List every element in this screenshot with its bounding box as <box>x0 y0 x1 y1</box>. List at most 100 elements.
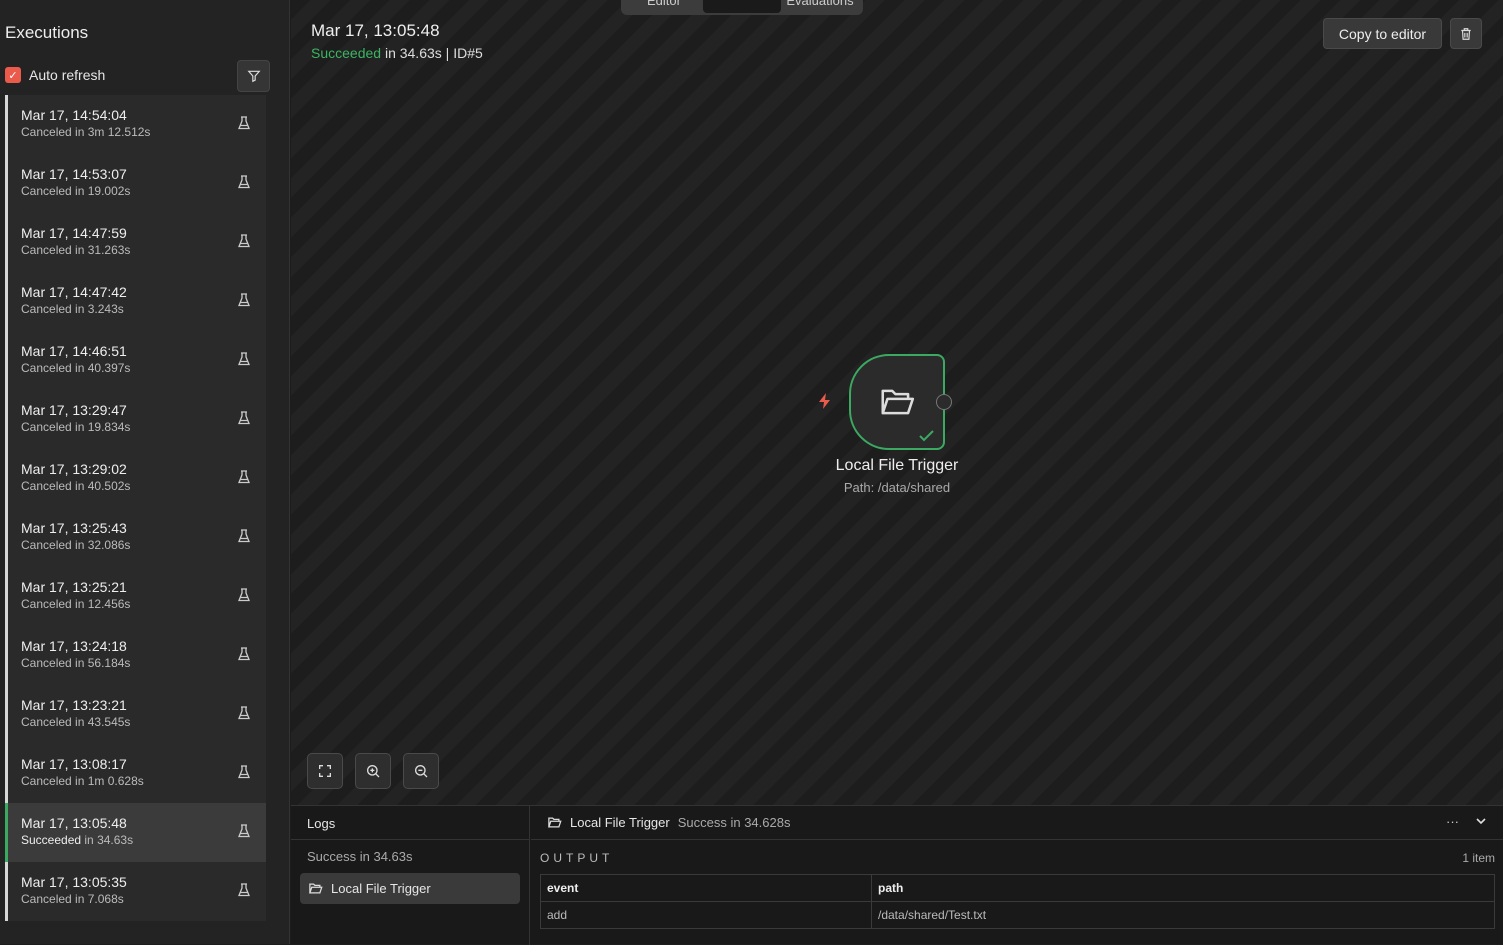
execution-list-item[interactable]: Mar 17, 14:54:04 Canceled in 3m 12.512s <box>5 95 266 154</box>
flask-icon[interactable] <box>238 352 250 366</box>
execution-time: Mar 17, 14:47:42 <box>21 284 127 300</box>
checkbox-checked-icon[interactable]: ✓ <box>5 67 21 83</box>
execution-status: Canceled in 40.502s <box>21 479 266 493</box>
flask-icon[interactable] <box>238 706 250 720</box>
execution-status: Canceled in 3m 12.512s <box>21 125 266 139</box>
output-header: Local File Trigger Success in 34.628s <box>531 806 1503 840</box>
execution-time: Mar 17, 14:47:59 <box>21 225 127 241</box>
flask-icon[interactable] <box>238 647 250 661</box>
flask-icon[interactable] <box>238 175 250 189</box>
status-word: Canceled <box>21 774 72 788</box>
duration: in 7.068s <box>75 892 124 906</box>
status-word: Canceled <box>21 420 72 434</box>
zoom-in-button[interactable] <box>355 753 391 789</box>
execution-list: Mar 17, 14:54:04 Canceled in 3m 12.512s … <box>5 95 266 921</box>
flask-icon[interactable] <box>238 470 250 484</box>
execution-status: Canceled in 31.263s <box>21 243 266 257</box>
execution-time: Mar 17, 13:05:35 <box>21 874 127 890</box>
duration: in 31.263s <box>75 243 131 257</box>
duration: in 3m 12.512s <box>75 125 151 139</box>
flask-icon[interactable] <box>238 293 250 307</box>
output-panel: Local File Trigger Success in 34.628s ··… <box>531 806 1503 945</box>
table-row: add/data/shared/Test.txt <box>540 901 1495 929</box>
execution-list-item[interactable]: Mar 17, 13:24:18 Canceled in 56.184s <box>5 626 266 685</box>
execution-list-item[interactable]: Mar 17, 14:46:51 Canceled in 40.397s <box>5 331 266 390</box>
execution-list-item[interactable]: Mar 17, 13:25:21 Canceled in 12.456s <box>5 567 266 626</box>
execution-list-item[interactable]: Mar 17, 13:23:21 Canceled in 43.545s <box>5 685 266 744</box>
node-output-port[interactable] <box>936 394 952 410</box>
zoom-out-icon <box>415 765 428 778</box>
execution-time: Mar 17, 13:23:21 <box>21 697 127 713</box>
log-item-label: Local File Trigger <box>331 881 431 896</box>
tab-executions[interactable]: Executions <box>703 0 781 13</box>
execution-list-item[interactable]: Mar 17, 13:29:02 Canceled in 40.502s <box>5 449 266 508</box>
tab-editor[interactable]: Editor <box>625 0 703 8</box>
execution-status: Canceled in 32.086s <box>21 538 266 552</box>
duration: in 32.086s <box>75 538 131 552</box>
execution-list-item[interactable]: Mar 17, 13:29:47 Canceled in 19.834s <box>5 390 266 449</box>
execution-time: Mar 17, 13:29:02 <box>21 461 127 477</box>
status-word: Succeeded <box>21 833 82 847</box>
execution-list-item[interactable]: Mar 17, 14:47:59 Canceled in 31.263s <box>5 213 266 272</box>
node-name: Local File Trigger <box>835 457 959 474</box>
trash-icon <box>1461 27 1471 40</box>
delete-button[interactable] <box>1450 18 1482 49</box>
execution-list-item[interactable]: Mar 17, 13:05:48 Succeeded in 34.63s <box>5 803 266 862</box>
execution-time: Mar 17, 13:08:17 <box>21 756 127 772</box>
status-word: Canceled <box>21 538 72 552</box>
flask-icon[interactable] <box>238 411 250 425</box>
execution-list-item[interactable]: Mar 17, 13:08:17 Canceled in 1m 0.628s <box>5 744 266 803</box>
execution-time: Mar 17, 14:53:07 <box>21 166 127 182</box>
execution-list-item[interactable]: Mar 17, 13:05:35 Canceled in 7.068s <box>5 862 266 921</box>
tab-evaluations[interactable]: Evaluations <box>781 0 859 8</box>
node-subtitle: Path: /data/shared <box>843 480 951 495</box>
trigger-bolt-icon <box>819 393 830 409</box>
executions-sidebar: Executions ✓ Auto refresh Mar 17, 14:54:… <box>0 0 290 944</box>
execution-status: Canceled in 43.545s <box>21 715 266 729</box>
status-text: Succeeded <box>311 45 382 61</box>
fullscreen-icon <box>319 765 331 777</box>
item-count: 1 item <box>1462 851 1495 865</box>
execution-detail: in 34.63s | ID#5 <box>381 45 483 61</box>
execution-list-item[interactable]: Mar 17, 13:25:43 Canceled in 32.086s <box>5 508 266 567</box>
execution-status: Canceled in 7.068s <box>21 892 266 906</box>
filter-button[interactable] <box>237 60 270 92</box>
execution-time: Mar 17, 13:24:18 <box>21 638 127 654</box>
status-word: Canceled <box>21 597 72 611</box>
flask-icon[interactable] <box>238 116 250 130</box>
execution-list-item[interactable]: Mar 17, 14:47:42 Canceled in 3.243s <box>5 272 266 331</box>
execution-status: Canceled in 19.834s <box>21 420 266 434</box>
workflow-canvas[interactable]: Editor Executions Evaluations Mar 17, 13… <box>291 0 1503 805</box>
execution-title: Mar 17, 13:05:48 <box>311 21 440 40</box>
zoom-out-button[interactable] <box>403 753 439 789</box>
flask-icon[interactable] <box>238 588 250 602</box>
execution-list-item[interactable]: Mar 17, 14:53:07 Canceled in 19.002s <box>5 154 266 213</box>
fit-view-button[interactable] <box>307 753 343 789</box>
status-word: Canceled <box>21 715 72 729</box>
flask-icon[interactable] <box>238 529 250 543</box>
flask-icon[interactable] <box>238 883 250 897</box>
execution-time: Mar 17, 14:46:51 <box>21 343 127 359</box>
flask-icon[interactable] <box>238 824 250 838</box>
workflow-node-local-file-trigger[interactable] <box>849 354 945 450</box>
chevron-down-icon[interactable] <box>1475 815 1487 827</box>
execution-status: Canceled in 56.184s <box>21 656 266 670</box>
auto-refresh-toggle[interactable]: ✓ Auto refresh <box>5 67 105 83</box>
execution-time: Mar 17, 13:05:48 <box>21 815 127 831</box>
execution-status-line: Succeeded in 34.63s | ID#5 <box>311 45 483 61</box>
logs-title: Logs <box>291 806 529 840</box>
execution-status: Canceled in 3.243s <box>21 302 266 316</box>
more-options-button[interactable]: ··· <box>1446 814 1459 829</box>
execution-status: Canceled in 1m 0.628s <box>21 774 266 788</box>
success-check-icon <box>919 430 934 442</box>
folder-open-icon <box>548 817 562 828</box>
flask-icon[interactable] <box>238 765 250 779</box>
log-item-local-file-trigger[interactable]: Local File Trigger <box>300 873 520 904</box>
folder-open-icon <box>881 389 915 415</box>
flask-icon[interactable] <box>238 234 250 248</box>
logs-tree: Logs Success in 34.63s Local File Trigge… <box>291 806 530 945</box>
copy-to-editor-button[interactable]: Copy to editor <box>1323 18 1442 49</box>
status-word: Canceled <box>21 302 72 316</box>
status-word: Canceled <box>21 361 72 375</box>
execution-time: Mar 17, 13:29:47 <box>21 402 127 418</box>
